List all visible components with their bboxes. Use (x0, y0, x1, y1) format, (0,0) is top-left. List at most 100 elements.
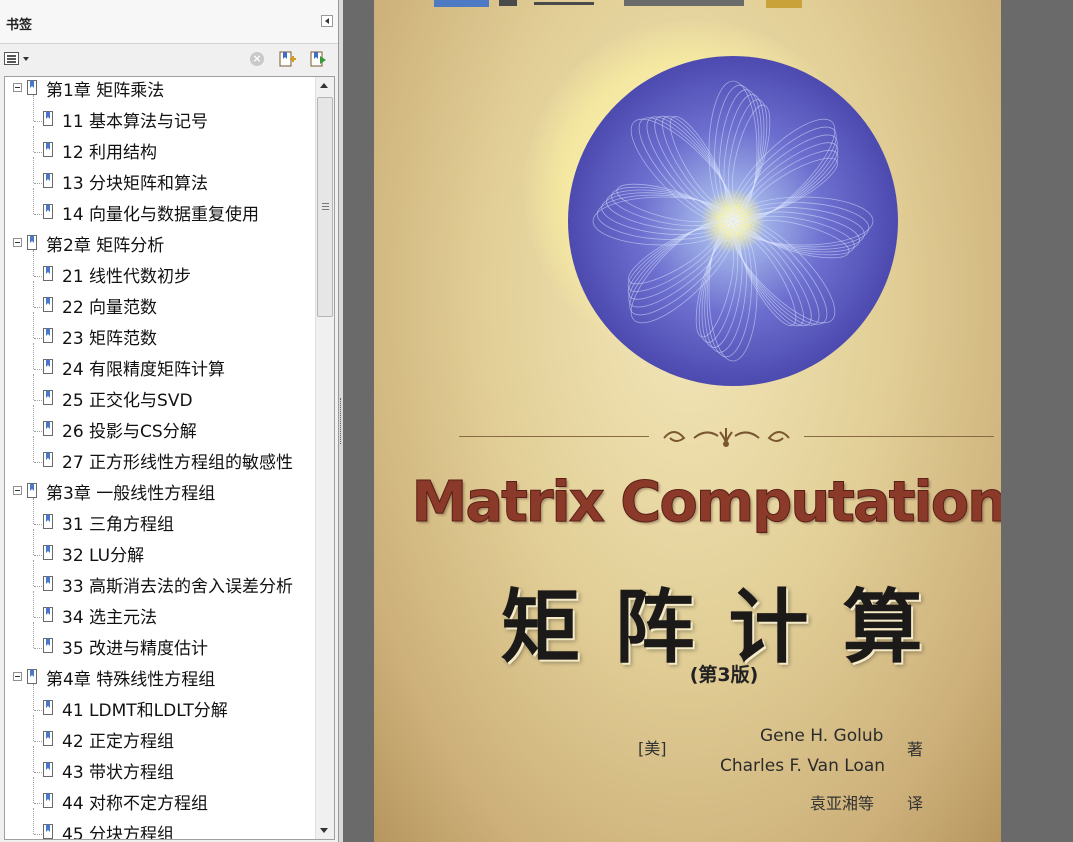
tree-connector (34, 431, 42, 432)
scroll-thumb[interactable] (317, 97, 333, 317)
bookmark-icon (43, 731, 53, 746)
bookmark-label: 第3章 一般线性方程组 (46, 484, 216, 504)
tree-connector (33, 312, 34, 338)
bookmark-icon (27, 483, 37, 498)
tree-connector (33, 746, 34, 772)
expand-bookmark-icon (310, 51, 326, 67)
tree-connector (33, 250, 34, 276)
bookmark-section[interactable]: 31 三角方程组 (5, 498, 315, 542)
bookmark-icon (43, 514, 53, 529)
bookmark-section[interactable]: 45 分块方程组 (5, 808, 315, 840)
bookmark-label: 第4章 特殊线性方程组 (46, 670, 216, 690)
bookmark-icon (43, 762, 53, 777)
tree-connector (33, 374, 34, 400)
scroll-down-icon[interactable] (320, 828, 328, 833)
bookmark-chapter[interactable]: 第3章 一般线性方程组 (5, 481, 315, 511)
bookmark-tree: 第1章 矩阵乘法 11 基本算法与记号 12 利用结构 13 分块矩阵和算法 14 向量… (4, 76, 335, 840)
bookmark-section[interactable]: 11 基本算法与记号 (5, 95, 315, 139)
cover-edition: (第3版) (689, 664, 759, 686)
scroll-up-icon[interactable] (320, 83, 328, 88)
bookmark-label: 33 高斯消去法的舍入误差分析 (62, 577, 294, 597)
bookmark-chapter[interactable]: 第1章 矩阵乘法 (5, 78, 315, 108)
bookmark-section[interactable]: 44 对称不定方程组 (5, 777, 315, 821)
bookmark-icon (43, 421, 53, 436)
bookmark-section[interactable]: 23 矩阵范数 (5, 312, 315, 356)
collapse-toggle-icon[interactable] (13, 83, 22, 92)
tree-connector (33, 715, 34, 741)
bookmark-icon (43, 142, 53, 157)
bookmark-label: 23 矩阵范数 (62, 329, 158, 349)
bookmark-section[interactable]: 32 LU分解 (5, 529, 315, 573)
bookmark-section[interactable]: 27 正方形线性方程组的敏感性 (5, 436, 315, 480)
bookmark-section[interactable]: 26 投影与CS分解 (5, 405, 315, 449)
translator-role: 译 (907, 794, 924, 813)
bookmark-icon (43, 824, 53, 839)
author-nationality: [美] (638, 739, 667, 758)
tree-connector (34, 586, 42, 587)
bookmark-section[interactable]: 25 正交化与SVD (5, 374, 315, 418)
bookmark-section[interactable]: 34 选主元法 (5, 591, 315, 635)
collapse-toggle-icon[interactable] (13, 238, 22, 247)
bookmark-label: 31 三角方程组 (62, 515, 175, 535)
tree-connector (34, 338, 42, 339)
bookmark-section[interactable]: 12 利用结构 (5, 126, 315, 170)
bookmark-label: 43 带状方程组 (62, 763, 175, 783)
bookmark-icon (43, 111, 53, 126)
author-role: 著 (907, 740, 924, 759)
tree-connector (33, 684, 34, 710)
bookmark-label: 13 分块矩阵和算法 (62, 174, 209, 194)
author-name-1: Gene H. Golub (760, 726, 884, 746)
tree-connector (34, 121, 42, 122)
tree-connector (34, 183, 42, 184)
tree-connector (33, 591, 34, 617)
expand-bookmark-button[interactable] (309, 50, 329, 68)
bookmark-icon (43, 452, 53, 467)
bookmark-label: 24 有限精度矩阵计算 (62, 360, 226, 380)
bookmark-label: 14 向量化与数据重复使用 (62, 205, 260, 225)
bookmark-section[interactable]: 33 高斯消去法的舍入误差分析 (5, 560, 315, 604)
bookmark-label: 45 分块方程组 (62, 825, 175, 840)
tree-connector (33, 343, 34, 369)
tree-connector (33, 126, 34, 152)
cover-title-english: Matrix Computations (411, 470, 1001, 536)
panel-title: 书签 (6, 18, 33, 33)
bookmarks-panel: 书签 × 第1章 矩阵乘法 11 基本算法与记号 12 利用结构 13 分块矩阵… (0, 0, 339, 842)
tree-connector (34, 834, 42, 835)
collapse-toggle-icon[interactable] (13, 486, 22, 495)
bookmark-icon (43, 204, 53, 219)
bookmark-chapter[interactable]: 第4章 特殊线性方程组 (5, 667, 315, 697)
new-bookmark-icon (279, 51, 296, 67)
bookmark-icon (27, 80, 37, 95)
bookmark-icon (43, 173, 53, 188)
bookmark-section[interactable]: 43 带状方程组 (5, 746, 315, 790)
bookmark-section[interactable]: 24 有限精度矩阵计算 (5, 343, 315, 387)
chevron-down-icon (23, 57, 29, 61)
collapse-panel-button[interactable] (321, 15, 333, 27)
tree-connector (33, 405, 34, 431)
new-bookmark-button[interactable] (278, 50, 298, 68)
book-cover-page: Matrix Computations 矩阵计算 (第3版) [美] Gene … (374, 0, 1001, 842)
bookmark-label: 35 改进与精度估计 (62, 639, 209, 659)
bookmark-icon (43, 359, 53, 374)
bookmark-label: 27 正方形线性方程组的敏感性 (62, 453, 294, 473)
options-menu-button[interactable] (4, 50, 32, 68)
bookmark-section[interactable]: 35 改进与精度估计 (5, 622, 315, 666)
tree-connector (34, 400, 42, 401)
bookmark-section[interactable]: 14 向量化与数据重复使用 (5, 188, 315, 232)
document-view[interactable]: Matrix Computations 矩阵计算 (第3版) [美] Gene … (343, 0, 1073, 842)
bookmark-section[interactable]: 42 正定方程组 (5, 715, 315, 759)
tree-connector (33, 498, 34, 524)
delete-bookmark-button[interactable]: × (250, 50, 266, 68)
bookmark-section[interactable]: 21 线性代数初步 (5, 250, 315, 294)
bookmark-icon (43, 545, 53, 560)
spirograph-orb-image (568, 56, 898, 386)
tree-connector (34, 710, 42, 711)
bookmark-icon (43, 638, 53, 653)
bookmark-section[interactable]: 13 分块矩阵和算法 (5, 157, 315, 201)
bookmark-section[interactable]: 22 向量范数 (5, 281, 315, 325)
bookmark-chapter[interactable]: 第2章 矩阵分析 (5, 233, 315, 263)
collapse-toggle-icon[interactable] (13, 672, 22, 681)
author-name-2: Charles F. Van Loan (720, 756, 886, 776)
bookmark-section[interactable]: 41 LDMT和LDLT分解 (5, 684, 315, 728)
vertical-scrollbar[interactable] (315, 77, 334, 839)
